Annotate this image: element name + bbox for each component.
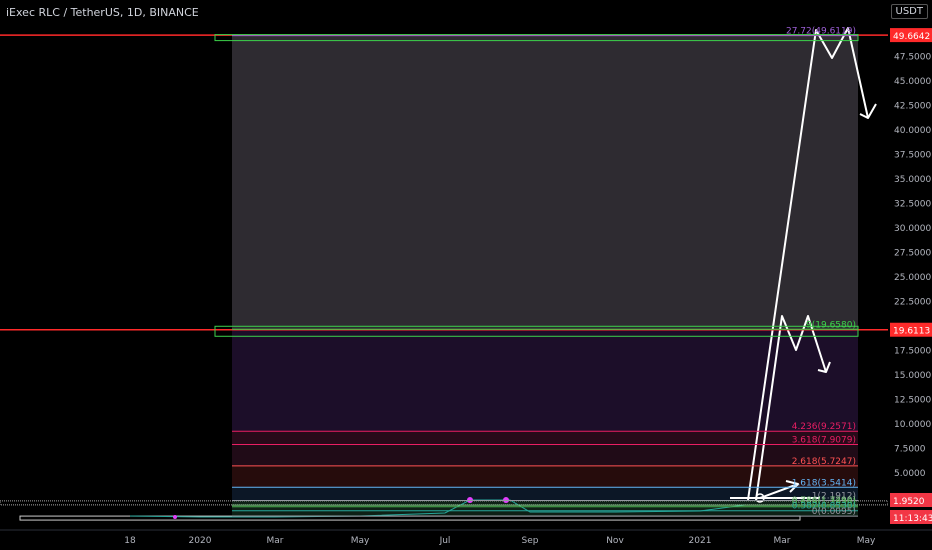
price-marker-2 [503, 497, 509, 503]
currency-badge[interactable]: USDT [890, 4, 928, 19]
y-tick-9: 25.0000 [894, 273, 931, 283]
y-tick-1: 45.0000 [894, 77, 931, 87]
x-tick-2: Mar [267, 536, 284, 546]
x-tick-3: May [351, 536, 370, 546]
fib-label-1: 9(19.6580) [806, 320, 856, 330]
y-tick-11: 17.5000 [894, 346, 931, 356]
price-chart[interactable]: 49.664219.6113 27.72(49.6119)9(19.6580)4… [0, 0, 932, 550]
fib-label-4: 2.618(5.7247) [792, 457, 856, 467]
y-tick-7: 30.0000 [894, 224, 931, 234]
x-tick-9: May [857, 536, 876, 546]
y-tick-2: 42.5000 [894, 101, 931, 111]
price-tag-text-1: 11:13:43 [893, 514, 932, 524]
y-tick-13: 12.5000 [894, 395, 931, 405]
zone-red [232, 465, 858, 488]
y-tick-6: 32.5000 [894, 199, 931, 209]
fib-label-5: 1.618(3.5414) [792, 478, 856, 488]
y-tick-15: 7.5000 [894, 444, 926, 454]
fib-label-10: 0(0.0095) [812, 507, 856, 517]
y-tick-10: 22.5000 [894, 297, 931, 307]
zone-upper [232, 35, 858, 330]
price-tag-text-0: 1.9520 [893, 497, 925, 507]
price-axis[interactable]: 47.5000 45.0000 42.5000 40.0000 37.5000 35.00… [888, 0, 932, 530]
y-tick-14: 10.0000 [894, 420, 931, 430]
x-tick-7: 2021 [689, 536, 712, 546]
axis-tag-text-0: 49.6642 [893, 32, 930, 42]
y-tick-8: 27.5000 [894, 248, 931, 258]
y-tick-12: 15.0000 [894, 371, 931, 381]
x-tick-5: Sep [522, 536, 539, 546]
y-tick-5: 35.0000 [894, 175, 931, 185]
x-tick-0: 18 [124, 536, 136, 546]
x-tick-8: Mar [774, 536, 791, 546]
zone-green [232, 500, 858, 517]
y-tick-0: 47.5000 [894, 52, 931, 62]
fib-label-3: 3.618(7.9079) [792, 435, 856, 445]
price-marker-3 [173, 515, 177, 519]
chart-title: iExec RLC / TetherUS, 1D, BINANCE [6, 6, 199, 19]
y-tick-3: 40.0000 [894, 126, 931, 136]
x-tick-1: 2020 [189, 536, 212, 546]
x-tick-4: Jul [439, 536, 451, 546]
zone-purple [232, 329, 858, 432]
price-marker-1 [467, 497, 473, 503]
y-tick-4: 37.5000 [894, 150, 931, 160]
y-tick-16: 5.0000 [894, 469, 926, 479]
fib-label-2: 4.236(9.2571) [792, 422, 856, 432]
x-tick-6: Nov [606, 536, 624, 546]
axis-tag-text-1: 19.6113 [893, 327, 930, 337]
